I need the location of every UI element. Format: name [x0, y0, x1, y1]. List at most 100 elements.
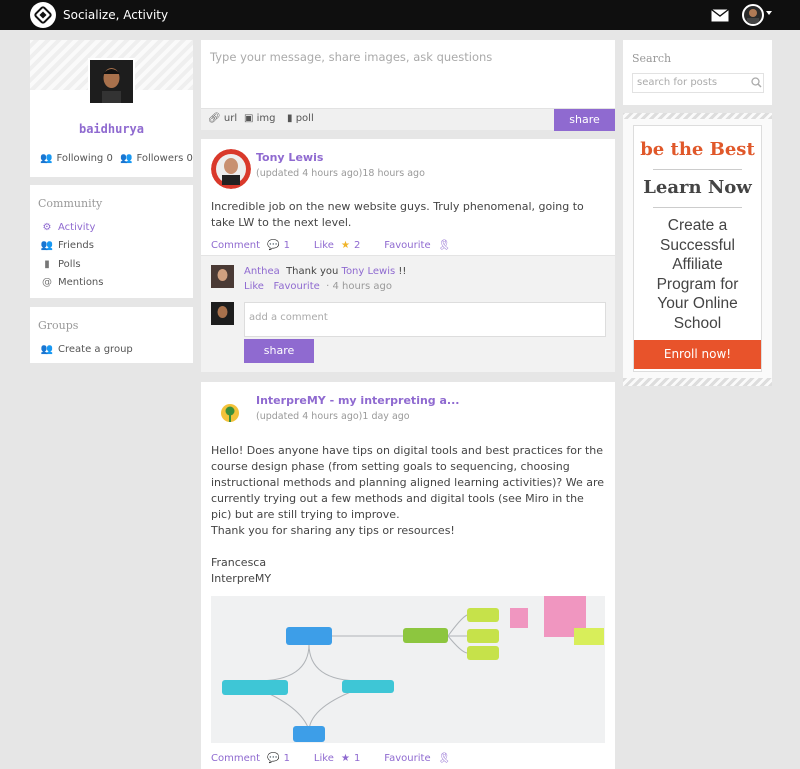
top-bar: Socialize, Activity [0, 0, 800, 30]
comment-mention[interactable]: Tony Lewis [342, 266, 396, 277]
enroll-button[interactable]: Enroll now! [634, 340, 761, 369]
profile-avatar[interactable] [88, 58, 135, 105]
search-icon[interactable] [751, 77, 762, 88]
composer-toolbar: 🔗︎ url ▣ img ▮ poll share [201, 108, 615, 131]
following-count[interactable]: Following 0 [56, 153, 112, 164]
post-author-avatar[interactable] [215, 398, 245, 428]
poll-button[interactable]: ▮ poll [287, 113, 314, 124]
ad-border [623, 378, 772, 386]
user-avatar[interactable] [742, 4, 764, 26]
star-icon: ★ [341, 753, 351, 764]
chevron-down-icon[interactable] [766, 11, 772, 15]
post-timestamp: (updated 4 hours ago)1 day ago [256, 411, 410, 422]
ribbon-icon: 🎗︎ [437, 240, 451, 251]
create-group-link[interactable]: 👥 Create a group [30, 340, 193, 359]
comment-like-button[interactable]: Like [244, 281, 264, 292]
like-button[interactable]: Like ★ 2 [314, 240, 364, 251]
post-timestamp: (updated 4 hours ago)18 hours ago [256, 168, 425, 179]
comment-input[interactable]: add a comment [244, 302, 606, 337]
sticky-note [510, 608, 528, 628]
polls-icon: ▮ [44, 258, 50, 270]
post-actions: Comment 💬 1 Like ★ 1 Favourite 🎗︎ [211, 753, 459, 764]
comment-button[interactable]: Comment 💬 1 [211, 753, 294, 764]
diagram-node [286, 627, 332, 645]
comment-favourite-button[interactable]: Favourite [273, 281, 319, 292]
diagram-node [467, 646, 499, 660]
at-icon: @ [42, 277, 52, 289]
post-composer[interactable]: Type your message, share images, ask que… [201, 40, 615, 131]
groups-title: Groups [38, 319, 79, 332]
search-input[interactable]: search for posts [632, 73, 764, 93]
post-signature-org: InterpreMY [211, 572, 272, 585]
ad-divider [653, 169, 742, 170]
comment-section: Anthea Thank you Tony Lewis !! Like Favo… [201, 255, 615, 372]
link-icon: 🔗︎ [208, 113, 221, 124]
profile-stats: 👥 Following 0 👥 Followers 0 [40, 153, 197, 164]
diagram-node [293, 726, 325, 742]
diagram-node [403, 628, 448, 643]
post-text-thanks: Thank you for sharing any tips or resour… [211, 524, 455, 537]
favourite-button[interactable]: Favourite 🎗︎ [384, 240, 454, 251]
ad-subhead: Learn Now [643, 177, 752, 198]
mail-icon[interactable] [711, 9, 729, 22]
image-icon: ▣ [244, 113, 254, 124]
profile-name[interactable]: baidhurya [30, 122, 193, 136]
diagram-node [467, 629, 499, 643]
comment-icon: 💬 [267, 753, 280, 764]
ribbon-icon: 🎗︎ [437, 753, 451, 764]
comment-time: · 4 hours ago [326, 281, 392, 292]
composer-input[interactable]: Type your message, share images, ask que… [210, 50, 492, 64]
current-user-avatar [211, 302, 234, 325]
comment-actions: Like Favourite · 4 hours ago [244, 281, 392, 292]
post-image[interactable] [211, 596, 605, 743]
community-card: Community ⚙ Activity 👥 Friends ▮ Polls @ Men… [30, 185, 193, 298]
post-card: Tony Lewis (updated 4 hours ago)18 hours… [201, 139, 615, 372]
following-icon: 👥 [40, 153, 53, 164]
followers-icon: 👥 [120, 153, 133, 164]
sticky-note [574, 628, 604, 645]
post-card: InterpreMY - my interpreting a... (updat… [201, 382, 615, 769]
post-actions: Comment 💬 1 Like ★ 2 Favourite 🎗︎ [211, 240, 459, 251]
sidebar-item-polls[interactable]: ▮ Polls [30, 255, 193, 274]
comment-share-button[interactable]: share [244, 339, 314, 363]
share-button[interactable]: share [554, 109, 615, 131]
favourite-button[interactable]: Favourite 🎗︎ [384, 753, 454, 764]
img-button[interactable]: ▣ img [244, 113, 276, 124]
sidebar-item-activity[interactable]: ⚙ Activity [30, 218, 193, 237]
diagram-node [467, 608, 499, 622]
url-button[interactable]: 🔗︎ url [208, 113, 237, 124]
groups-card: Groups 👥 Create a group [30, 307, 193, 363]
comment-avatar[interactable] [211, 265, 234, 288]
sidebar-item-friends[interactable]: 👥 Friends [30, 237, 193, 256]
post-author[interactable]: Tony Lewis [256, 151, 323, 164]
post-text: Incredible job on the new website guys. … [211, 200, 584, 229]
post-author[interactable]: InterpreMY - my interpreting a... [256, 394, 459, 407]
ad-divider [653, 207, 742, 208]
post-author-avatar[interactable] [211, 149, 251, 189]
like-button[interactable]: Like ★ 1 [314, 753, 364, 764]
ad-headline: be the Best [640, 139, 755, 160]
comment-body: Anthea Thank you Tony Lewis !! [244, 266, 407, 277]
ad-banner[interactable]: be the Best Learn Now Create a Successfu… [623, 113, 772, 386]
search-card: Search search for posts [623, 40, 772, 105]
friends-icon: 👥 [40, 240, 54, 252]
post-text: Hello! Does anyone have tips on digital … [211, 444, 605, 521]
sidebar-item-mentions[interactable]: @ Mentions [30, 274, 193, 293]
followers-count[interactable]: Followers 0 [136, 153, 192, 164]
ad-body: Create a Successful Affiliate Program fo… [656, 217, 739, 332]
comment-author[interactable]: Anthea [244, 266, 280, 277]
add-group-icon: 👥 [40, 343, 54, 355]
star-icon: ★ [341, 240, 351, 251]
comment-icon: 💬 [267, 240, 280, 251]
community-title: Community [38, 197, 103, 210]
post-signature-name: Francesca [211, 556, 267, 569]
logo-icon[interactable] [30, 2, 56, 28]
poll-icon: ▮ [287, 113, 293, 124]
diagram-node [222, 680, 288, 695]
search-title: Search [632, 52, 672, 65]
ad-border [623, 113, 772, 119]
diagram-node [342, 680, 394, 693]
comment-button[interactable]: Comment 💬 1 [211, 240, 294, 251]
profile-card: baidhurya 👥 Following 0 👥 Followers 0 [30, 40, 193, 177]
app-title: Socialize, Activity [63, 8, 169, 22]
